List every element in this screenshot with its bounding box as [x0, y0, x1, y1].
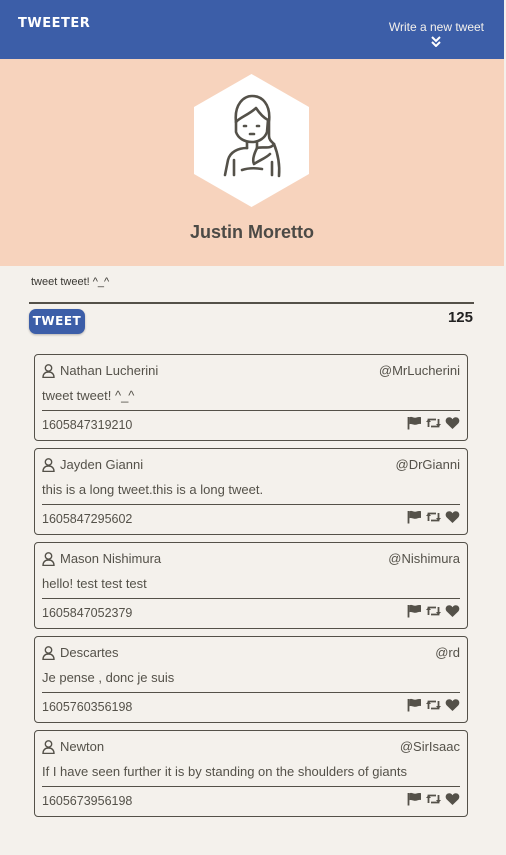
write-tweet-label[interactable]: Write a new tweet: [389, 20, 484, 34]
tweet-actions: [407, 604, 460, 618]
tweet-timestamp: 1605847319210: [42, 418, 133, 432]
tweet-author-name: Newton: [60, 739, 105, 754]
heart-icon[interactable]: [445, 604, 460, 618]
tweet-divider: [42, 692, 460, 693]
avatar: [194, 74, 309, 207]
tweet-author: Descartes: [42, 645, 119, 660]
tweet-author-name: Nathan Lucherini: [60, 363, 159, 378]
top-nav: TWEETER Write a new tweet: [0, 0, 504, 59]
tweet-text: tweet tweet! ^_^: [42, 388, 135, 403]
tweet-card: Nathan Lucherini @MrLucherini tweet twee…: [34, 354, 468, 441]
tweet-text: Je pense , donc je suis: [42, 670, 175, 685]
user-icon: [42, 457, 55, 472]
heart-icon[interactable]: [445, 510, 460, 524]
tweet-text: this is a long tweet.this is a long twee…: [42, 482, 264, 497]
tweet-divider: [42, 598, 460, 599]
tweet-divider: [42, 504, 460, 505]
tweet-card: Newton @SirIsaac If I have seen further …: [34, 730, 468, 817]
tweet-handle: @DrGianni: [395, 457, 461, 472]
tweet-author: Newton: [42, 739, 104, 754]
tweet-handle: @Nishimura: [388, 551, 460, 566]
tweet-actions: [407, 510, 460, 524]
double-chevron-down-icon[interactable]: [431, 36, 442, 47]
character-counter: 125: [447, 309, 473, 326]
heart-icon[interactable]: [445, 698, 460, 712]
write-tweet-toggle[interactable]: Write a new tweet: [389, 20, 484, 47]
flag-icon[interactable]: [407, 698, 422, 712]
flag-icon[interactable]: [407, 510, 422, 524]
user-icon: [42, 645, 55, 660]
profile-name: Justin Moretto: [190, 222, 314, 242]
tweet-divider: [42, 786, 460, 787]
retweet-icon[interactable]: [425, 698, 442, 712]
tweet-timestamp: 1605760356198: [42, 700, 133, 714]
tweet-input[interactable]: tweet tweet! ^_^: [31, 276, 109, 288]
tweet-actions: [407, 416, 460, 430]
tweet-author: Mason Nishimura: [42, 551, 161, 566]
retweet-icon[interactable]: [425, 416, 442, 430]
tweet-author-name: Jayden Gianni: [60, 457, 144, 472]
tweet-actions: [407, 792, 460, 806]
tweet-text: If I have seen further it is by standing…: [42, 764, 407, 779]
tweet-author-name: Mason Nishimura: [60, 551, 162, 566]
tweet-author: Nathan Lucherini: [42, 363, 158, 378]
tweet-author-name: Descartes: [60, 645, 119, 660]
retweet-icon[interactable]: [425, 604, 442, 618]
profile-header: Justin Moretto: [0, 59, 504, 266]
tweet-handle: @MrLucherini: [378, 363, 460, 378]
tweet-card: Jayden Gianni @DrGianni this is a long t…: [34, 448, 468, 535]
tweet-card: Descartes @rd Je pense , donc je suis 16…: [34, 636, 468, 723]
tweet-text: hello! test test test: [42, 576, 147, 591]
flag-icon[interactable]: [407, 604, 422, 618]
heart-icon[interactable]: [445, 416, 460, 430]
tweet-input-underline: [29, 302, 474, 304]
user-icon: [42, 551, 55, 566]
retweet-icon[interactable]: [425, 792, 442, 806]
tweet-handle: @rd: [435, 645, 460, 660]
tweet-timestamp: 1605673956198: [42, 794, 133, 808]
tweet-author: Jayden Gianni: [42, 457, 143, 472]
tweet-actions: [407, 698, 460, 712]
tweet-card: Mason Nishimura @Nishimura hello! test t…: [34, 542, 468, 629]
tweet-timestamp: 1605847052379: [42, 606, 133, 620]
tweet-handle: @SirIsaac: [399, 739, 460, 754]
flag-icon[interactable]: [407, 416, 422, 430]
brand-logo[interactable]: TWEETER: [18, 16, 90, 31]
tweet-divider: [42, 410, 460, 411]
user-icon: [42, 363, 55, 378]
tweet-timestamp: 1605847295602: [42, 512, 133, 526]
flag-icon[interactable]: [407, 792, 422, 806]
tweet-button[interactable]: TWEET: [29, 309, 85, 334]
user-icon: [42, 739, 55, 754]
heart-icon[interactable]: [445, 792, 460, 806]
retweet-icon[interactable]: [425, 510, 442, 524]
